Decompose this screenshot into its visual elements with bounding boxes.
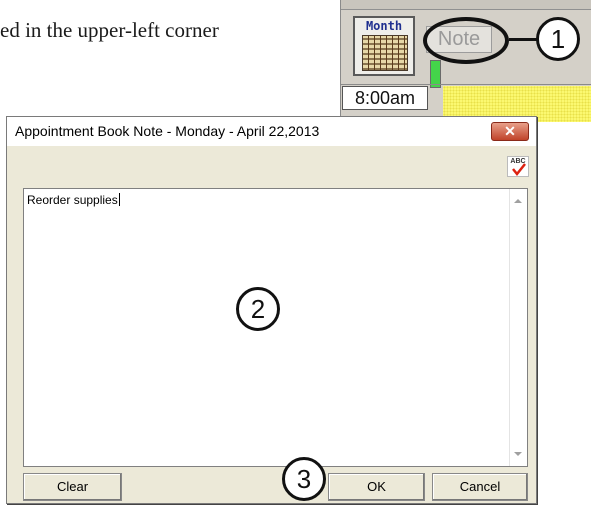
- calendar-divider: [340, 84, 591, 85]
- note-text-content: Reorder supplies: [27, 193, 120, 207]
- cancel-button[interactable]: Cancel: [432, 473, 528, 501]
- callout-3: 3: [282, 457, 326, 501]
- close-icon[interactable]: ✕: [491, 122, 529, 141]
- spellcheck-button[interactable]: ABC: [507, 156, 529, 177]
- month-calendar-icon: [362, 35, 408, 71]
- note-highlight-ellipse: [423, 17, 509, 64]
- ok-button[interactable]: OK: [328, 473, 425, 501]
- text-caret: [118, 193, 120, 206]
- note-textarea[interactable]: Reorder supplies: [23, 188, 528, 467]
- calendar-top-edge: [341, 0, 591, 10]
- callout-2: 2: [236, 287, 280, 331]
- note-text-value: Reorder supplies: [27, 193, 118, 207]
- month-view-button[interactable]: Month: [353, 16, 415, 76]
- month-label: Month: [365, 19, 403, 33]
- textarea-scrollbar[interactable]: [509, 189, 527, 466]
- callout-connector: [509, 38, 538, 41]
- scroll-down-icon[interactable]: [514, 452, 522, 456]
- dialog-title: Appointment Book Note - Monday - April 2…: [15, 123, 320, 139]
- dialog-titlebar[interactable]: Appointment Book Note - Monday - April 2…: [7, 117, 536, 146]
- time-slot-label: 8:00am: [342, 86, 428, 110]
- clear-button[interactable]: Clear: [23, 473, 122, 501]
- callout-1: 1: [536, 17, 580, 61]
- document-text: ed in the upper-left corner: [0, 18, 219, 42]
- scroll-up-icon[interactable]: [514, 199, 522, 203]
- spellcheck-icon: [512, 163, 526, 176]
